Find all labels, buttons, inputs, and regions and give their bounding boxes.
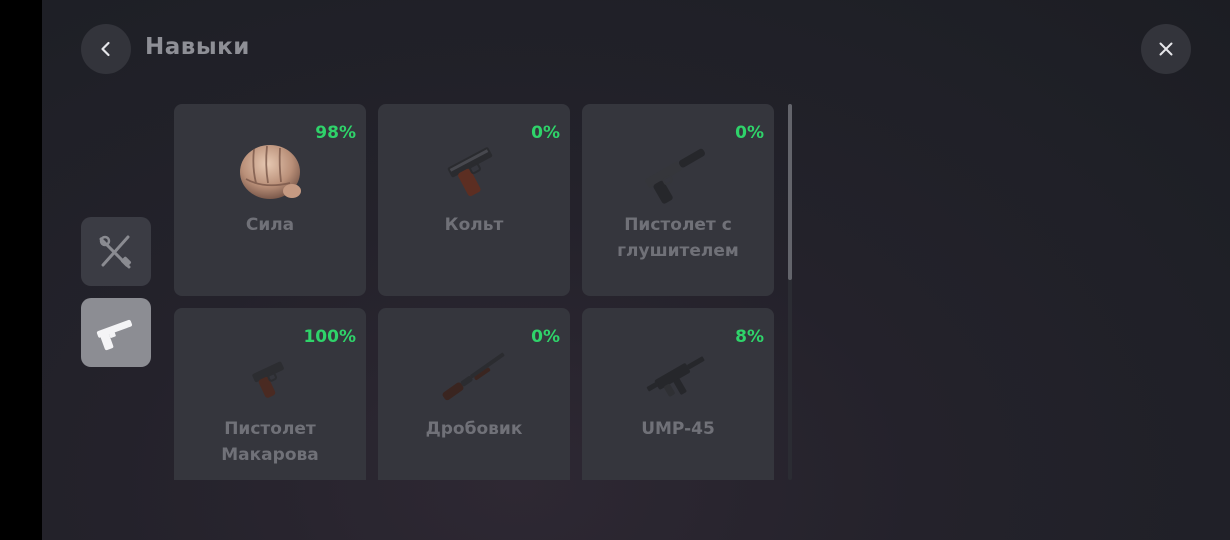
scrollbar-thumb[interactable]: [788, 104, 792, 280]
tab-tools[interactable]: [81, 217, 151, 286]
skill-card[interactable]: 0% Дробовик: [378, 308, 570, 480]
colt-pistol-icon: [378, 132, 570, 212]
skill-name: Пистолет Макарова: [221, 419, 319, 465]
tab-weapons[interactable]: [81, 298, 151, 367]
skill-card[interactable]: 8% UMP-45: [582, 308, 774, 480]
skill-name: Сила: [245, 215, 295, 235]
skill-card[interactable]: 0% Пистолет с глушителем: [582, 104, 774, 296]
close-button[interactable]: [1141, 24, 1191, 74]
shotgun-icon: [378, 336, 570, 416]
skills-screen: Навыки 98% Сила 0% Кольт 0% Пистолет с г…: [42, 0, 1230, 540]
skill-card[interactable]: 98% Сила: [174, 104, 366, 296]
skill-card[interactable]: 100% Пистолет Макарова: [174, 308, 366, 480]
skill-card[interactable]: 0% Кольт: [378, 104, 570, 296]
close-icon: [1159, 42, 1173, 56]
smg-icon: [582, 336, 774, 416]
silenced-pistol-icon: [582, 132, 774, 212]
pistol-icon: [96, 319, 133, 350]
skill-name: Пистолет с глушителем: [617, 215, 739, 261]
makarov-pistol-icon: [174, 336, 366, 416]
chevron-left-icon: [101, 41, 110, 57]
scrollbar[interactable]: [788, 104, 792, 480]
skills-grid[interactable]: 98% Сила 0% Кольт 0% Пистолет с глушител…: [174, 104, 778, 480]
tools-icon: [99, 235, 132, 268]
back-button[interactable]: [81, 24, 131, 74]
skill-name: Кольт: [444, 215, 504, 235]
page-title: Навыки: [145, 34, 250, 60]
skill-name: UMP-45: [641, 419, 715, 439]
skill-name: Дробовик: [425, 419, 523, 439]
fist-icon: [174, 132, 366, 212]
